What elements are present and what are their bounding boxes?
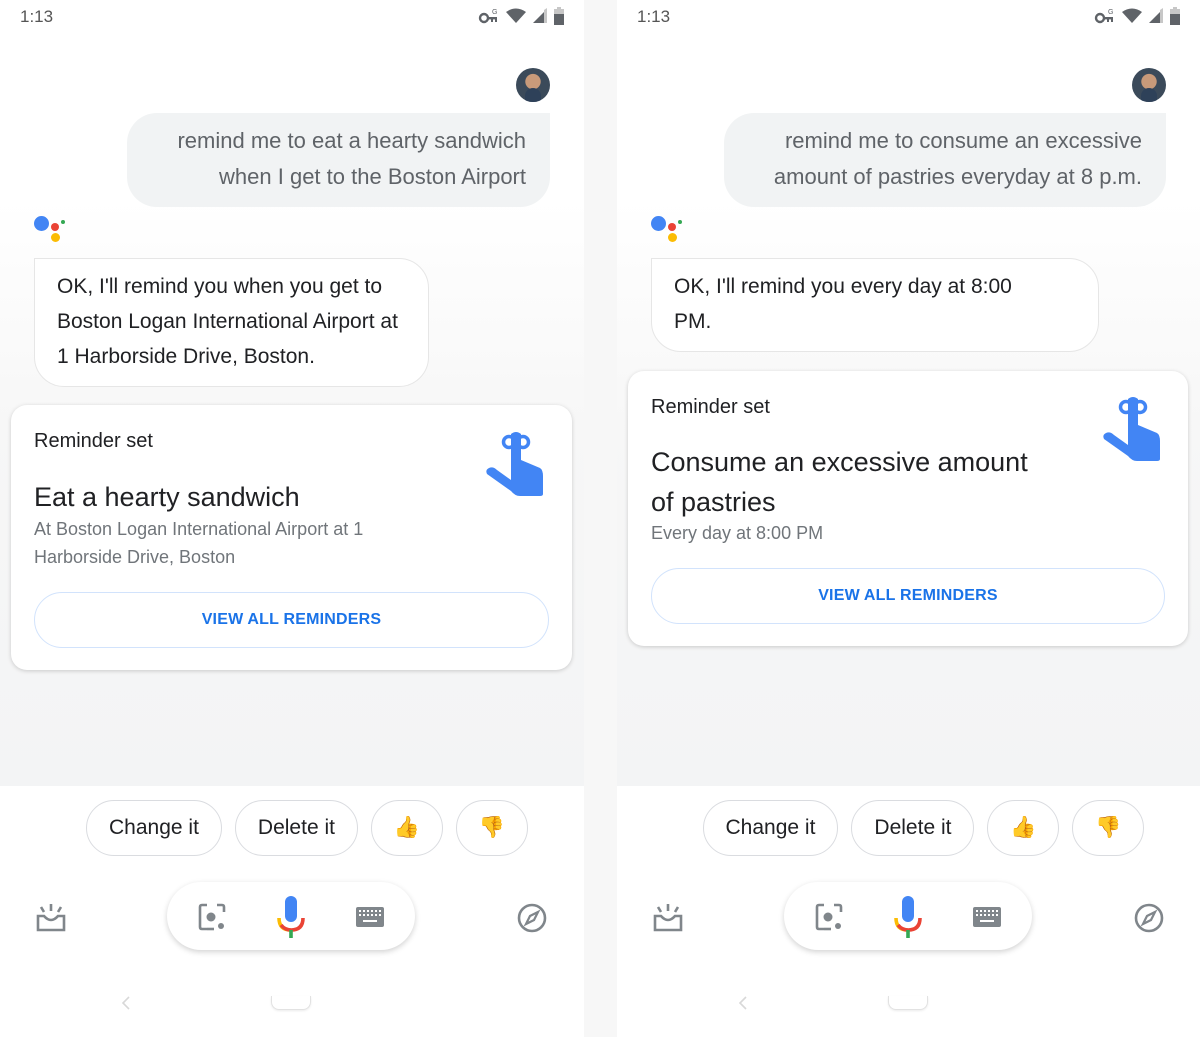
svg-text:G: G [492,9,497,16]
status-icons: G [478,7,564,25]
user-query-bubble: remind me to eat a hearty sandwich when … [127,113,550,207]
reminder-subtitle: Every day at 8:00 PM [651,519,823,547]
view-all-reminders-button[interactable]: VIEW ALL REMINDERS [651,568,1165,624]
panel-divider [584,0,617,1037]
user-query-line: amount of pastries everyday at 8 p.m. [773,164,1142,189]
thumbs-up-chip[interactable]: 👍 [370,800,443,856]
bottom-panel: Change it Delete it 👍 👎 [0,786,584,1037]
battery-icon [554,7,564,25]
explore-compass-icon[interactable] [516,902,548,934]
thumbs-down-chip[interactable]: 👎 [455,800,528,856]
change-it-chip[interactable]: Change it [702,800,839,856]
assistant-reply-bubble: OK, I'll remind you when you get to Bost… [34,258,429,387]
user-query-line: remind me to consume an excessive [784,128,1142,153]
input-bar [784,882,1032,950]
thumbs-up-icon: 👍 [393,816,421,839]
reminder-card: Reminder set Consume an excessive amount… [628,371,1188,646]
phone-screen-right: 1:13 G remind me to consume an excessive… [617,0,1200,1037]
reminder-title: Consume an excessive amount of pastries [651,442,1028,522]
suggestion-chips: Change it Delete it 👍 👎 [0,800,584,856]
thumbs-down-chip[interactable]: 👎 [1072,800,1145,856]
reminder-title-line: Consume an excessive amount [651,447,1028,477]
thumbs-down-icon: 👎 [478,816,506,839]
updates-tray-icon[interactable] [651,902,685,934]
mic-icon[interactable] [892,896,924,940]
wifi-icon [506,8,526,23]
lens-icon[interactable] [197,902,227,932]
user-avatar [516,68,550,102]
reminder-card-label: Reminder set [651,396,770,418]
status-time: 1:13 [637,7,671,26]
thumbs-up-icon: 👍 [1010,816,1037,839]
reminder-finger-icon [486,432,543,496]
reminder-title-line: of pastries [651,487,776,517]
assistant-reply-line: OK, I'll remind you when you get to [57,275,383,298]
phone-screen-left: 1:13 G remind me to eat a hearty sandwic… [0,0,584,1037]
nav-home-button[interactable] [271,996,311,1010]
view-all-reminders-button[interactable]: VIEW ALL REMINDERS [34,592,549,648]
lens-icon[interactable] [814,902,844,932]
status-bar: 1:13 G [0,0,584,36]
vpn-key-icon: G [1094,9,1113,24]
reminder-subtitle-line: Every day at 8:00 PM [651,523,824,543]
reminder-subtitle-line: Harborside Drive, Boston [34,547,236,567]
wifi-icon [1122,8,1142,23]
status-bar: 1:13 G [617,0,1200,36]
keyboard-icon[interactable] [972,906,1002,928]
reminder-card-label: Reminder set [34,430,153,452]
assistant-reply-line: PM. [674,310,712,333]
status-time: 1:13 [20,7,54,26]
thumbs-down-icon: 👎 [1095,816,1122,839]
user-query-line: when I get to the Boston Airport [219,164,526,189]
reminder-title: Eat a hearty sandwich [34,477,300,517]
keyboard-icon[interactable] [355,906,385,928]
assistant-reply-line: OK, I'll remind you every day at 8:00 [674,275,1012,298]
thumbs-up-chip[interactable]: 👍 [987,800,1060,856]
reminder-finger-icon [1103,397,1160,461]
battery-icon [1170,7,1180,25]
nav-home-button[interactable] [888,996,928,1010]
delete-it-chip[interactable]: Delete it [851,800,975,856]
nav-back-icon[interactable] [120,996,134,1010]
bottom-panel: Change it Delete it 👍 👎 [617,786,1200,1037]
assistant-reply-line: Boston Logan International Airport at [57,310,398,333]
user-query-bubble: remind me to consume an excessive amount… [723,113,1166,207]
signal-icon [533,8,547,23]
google-assistant-logo-icon [651,214,687,248]
reminder-subtitle-line: At Boston Logan International Airport at… [34,519,364,539]
reminder-subtitle: At Boston Logan International Airport at… [34,515,363,571]
user-query-line: remind me to eat a hearty sandwich [177,128,526,153]
user-avatar [1132,68,1166,102]
assistant-reply-line: 1 Harborside Drive, Boston. [57,345,315,368]
vpn-key-icon: G [478,9,497,24]
delete-it-chip[interactable]: Delete it [234,800,358,856]
svg-text:G: G [1108,9,1113,16]
screenshot-comparison: 1:13 G remind me to eat a hearty sandwic… [0,0,1200,1037]
explore-compass-icon[interactable] [1133,902,1165,934]
nav-back-icon[interactable] [737,996,751,1010]
updates-tray-icon[interactable] [34,902,68,934]
status-icons: G [1094,7,1180,25]
reminder-title-line: Eat a hearty sandwich [34,482,300,512]
change-it-chip[interactable]: Change it [86,800,222,856]
suggestion-chips: Change it Delete it 👍 👎 [617,800,1200,856]
assistant-reply-bubble: OK, I'll remind you every day at 8:00 PM… [651,258,1099,352]
google-assistant-logo-icon [34,214,70,248]
input-bar [167,882,415,950]
signal-icon [1149,8,1163,23]
reminder-card: Reminder set Eat a hearty sandwich At Bo… [11,405,572,670]
mic-icon[interactable] [275,896,307,940]
